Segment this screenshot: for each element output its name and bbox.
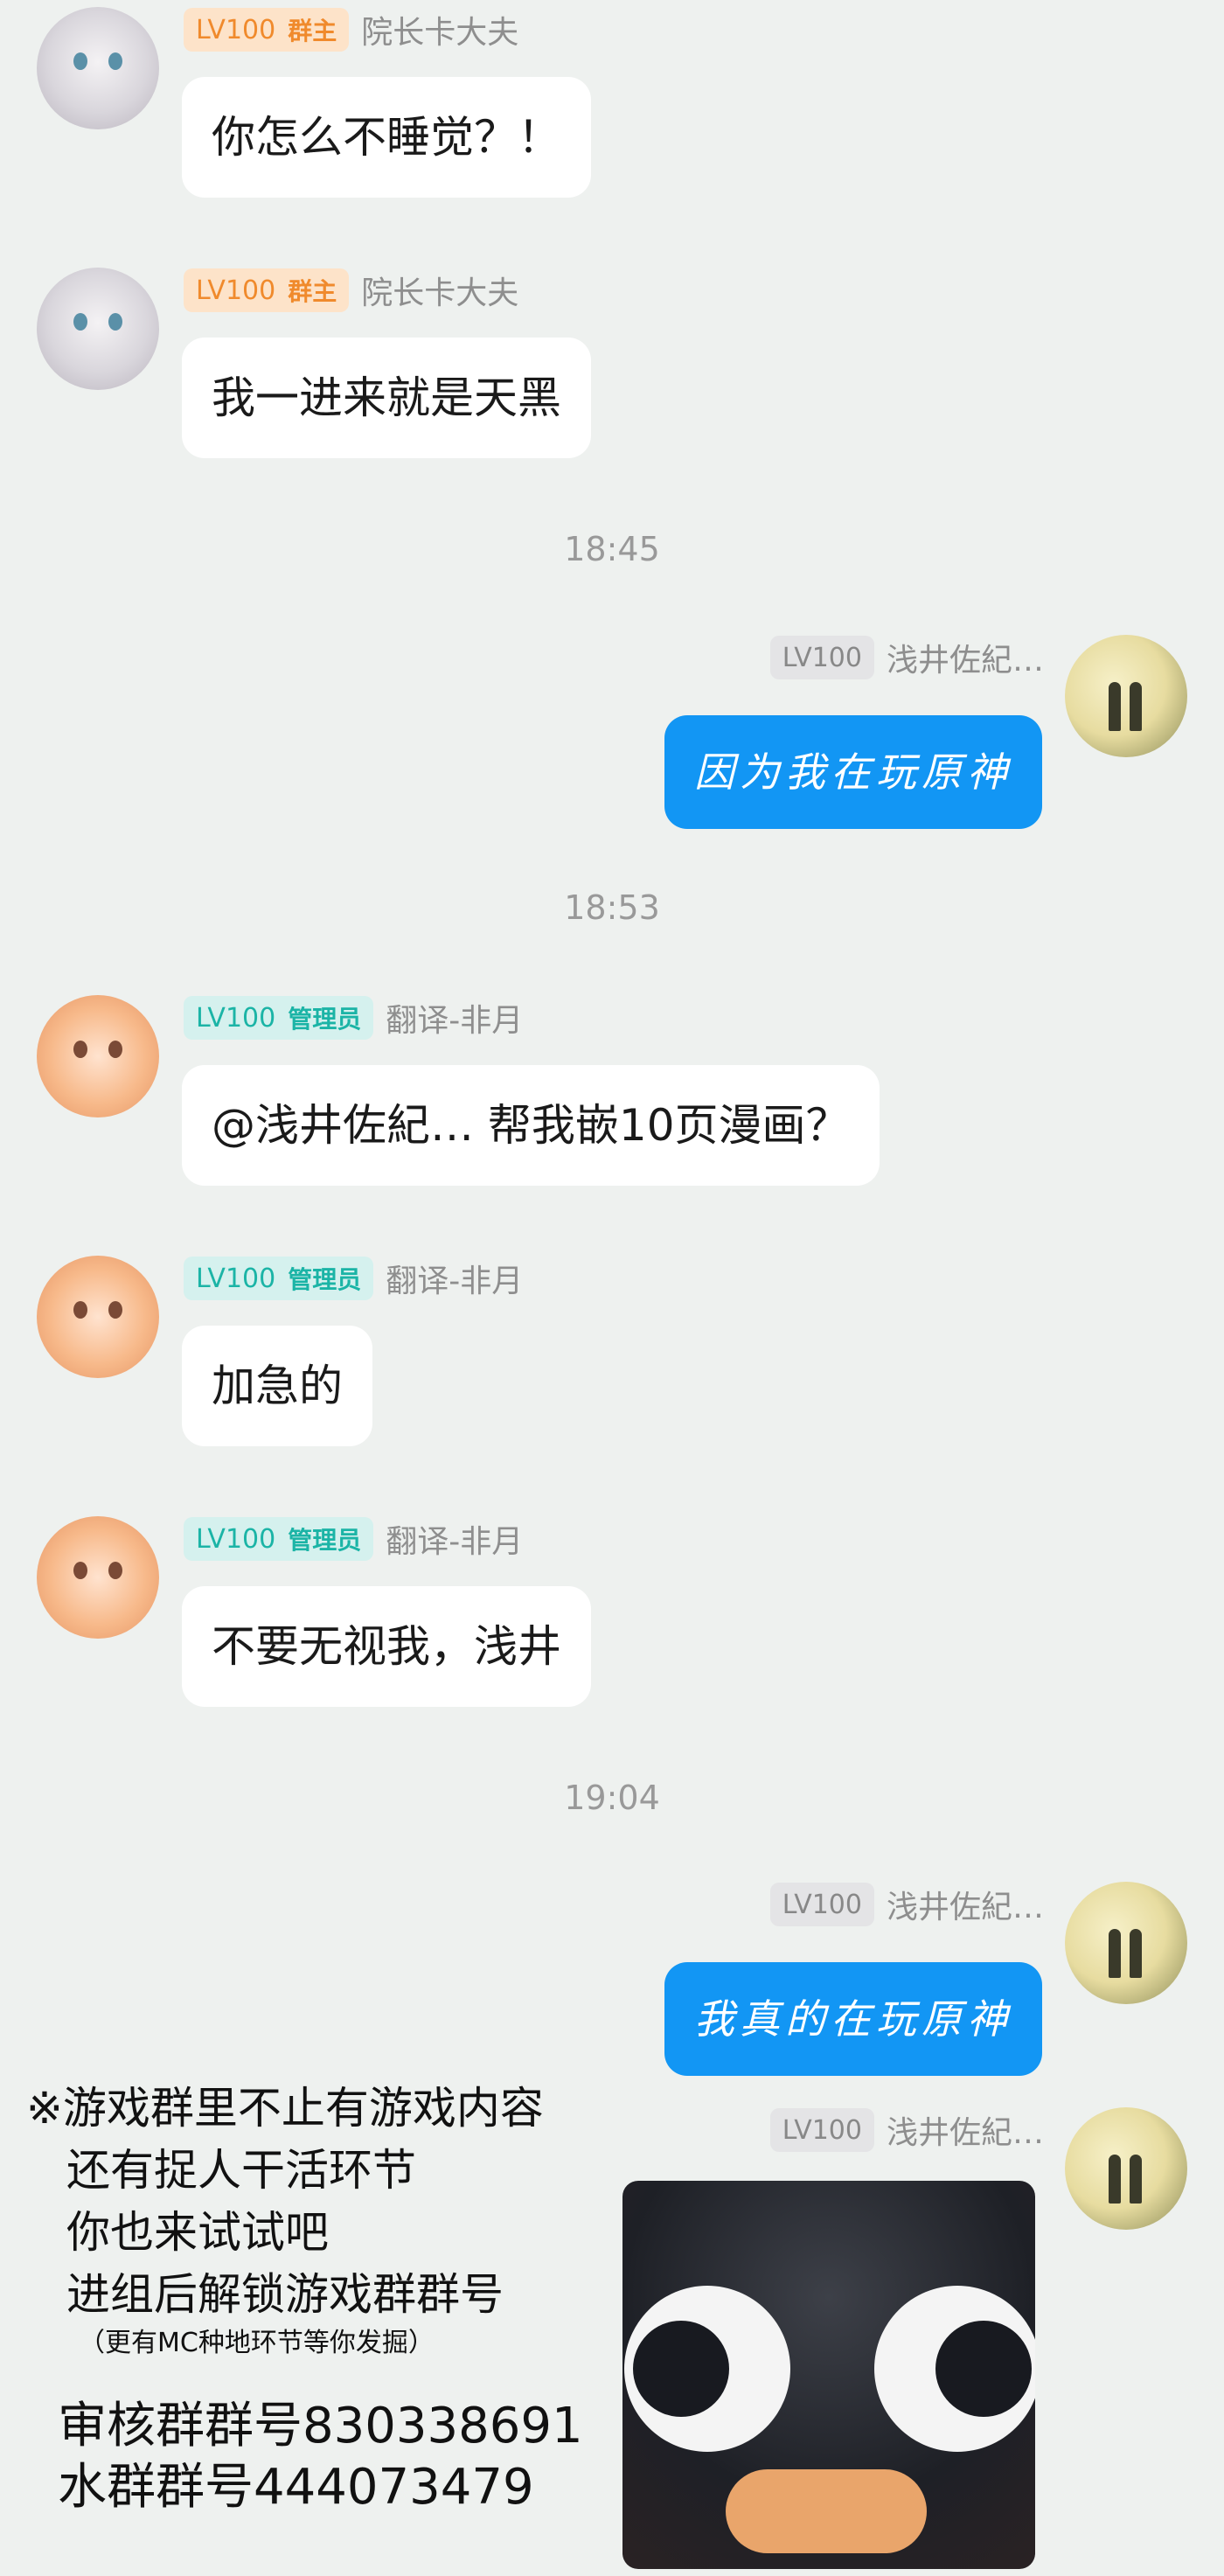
- role-label: 管理员: [288, 1265, 362, 1294]
- level-label: LV100: [196, 14, 276, 45]
- avatar-face-icon: [70, 1562, 126, 1581]
- avatar[interactable]: [37, 7, 159, 129]
- sender-meta: LV100 浅井佐紀…: [769, 635, 1044, 680]
- figure-icon: [1130, 1929, 1142, 1978]
- sender-nickname[interactable]: 翻译-非月: [386, 1256, 523, 1301]
- message-row: LV100 管理员 翻译-非月 @浅井佐紀… 帮我嵌10页漫画？: [0, 988, 1224, 1198]
- figure-icon: [1109, 2155, 1121, 2204]
- role-label: 群主: [288, 17, 337, 45]
- ad-line: 你也来试试吧: [66, 2207, 329, 2258]
- figure-icon: [1109, 682, 1121, 731]
- sender-meta: LV100 管理员 翻译-非月: [184, 1256, 523, 1301]
- level-badge: LV100 群主: [184, 8, 350, 52]
- timestamp: 18:45: [564, 530, 660, 568]
- avatar[interactable]: [37, 268, 159, 390]
- ad-line: 还有捉人干活环节: [66, 2145, 416, 2196]
- sender-nickname[interactable]: 院长卡大夫: [361, 7, 518, 52]
- sender-meta: LV100 管理员 翻译-非月: [184, 995, 523, 1041]
- message-bubble[interactable]: 不要无视我，浅井: [182, 1586, 591, 1707]
- message-row: LV100 浅井佐紀… 因为我在玩原神: [0, 628, 1224, 838]
- level-label: LV100: [196, 1523, 276, 1555]
- level-label: LV100: [782, 1889, 862, 1920]
- message-bubble[interactable]: 我真的在玩原神: [664, 1962, 1042, 2076]
- level-badge: LV100 群主: [184, 268, 350, 312]
- avatar[interactable]: [1065, 2107, 1187, 2230]
- timestamp: 18:53: [564, 888, 660, 927]
- sender-meta: LV100 浅井佐紀…: [769, 2107, 1044, 2153]
- ad-line: ※游戏群里不止有游戏内容: [26, 2083, 544, 2134]
- avatar[interactable]: [37, 995, 159, 1117]
- level-label: LV100: [196, 1263, 276, 1294]
- avatar-face-icon: [70, 1041, 126, 1060]
- role-label: 管理员: [288, 1005, 362, 1034]
- sender-nickname[interactable]: 浅井佐紀…: [887, 1882, 1044, 1927]
- ad-note: （更有MC种地环节等你发掘）: [79, 2328, 435, 2358]
- sender-meta: LV100 群主 院长卡大夫: [184, 7, 518, 52]
- message-row: LV100 群主 院长卡大夫 你怎么不睡觉？！: [0, 0, 1224, 210]
- message-row: LV100 浅井佐紀… 我真的在玩原神: [0, 1875, 1224, 2085]
- message-bubble[interactable]: 因为我在玩原神: [664, 715, 1042, 829]
- ad-line: 进组后解锁游戏群群号: [66, 2269, 504, 2320]
- penguin-eye-icon: [874, 2286, 1035, 2452]
- penguin-sticker-image[interactable]: [622, 2181, 1035, 2569]
- water-group-number: 水群群号444073479: [58, 2459, 534, 2516]
- level-label: LV100: [782, 642, 862, 673]
- timestamp: 19:04: [564, 1779, 660, 1817]
- message-row: LV100 管理员 翻译-非月 加急的: [0, 1249, 1224, 1459]
- avatar[interactable]: [37, 1516, 159, 1639]
- sender-meta: LV100 浅井佐紀…: [769, 1882, 1044, 1927]
- penguin-eye-icon: [624, 2286, 790, 2452]
- group-ad-overlay: ※游戏群里不止有游戏内容 还有捉人干活环节 你也来试试吧 进组后解锁游戏群群号 …: [26, 2078, 629, 2518]
- sender-nickname[interactable]: 翻译-非月: [386, 995, 523, 1041]
- level-label: LV100: [196, 275, 276, 306]
- level-badge: LV100 管理员: [184, 996, 374, 1040]
- avatar-face-icon: [70, 313, 126, 332]
- level-label: LV100: [196, 1002, 276, 1034]
- message-bubble[interactable]: 你怎么不睡觉？！: [182, 77, 591, 198]
- message-row: LV100 管理员 翻译-非月 不要无视我，浅井: [0, 1509, 1224, 1719]
- sender-nickname[interactable]: 翻译-非月: [386, 1516, 523, 1562]
- avatar[interactable]: [1065, 1882, 1187, 2004]
- sender-meta: LV100 管理员 翻译-非月: [184, 1516, 523, 1562]
- sender-nickname[interactable]: 浅井佐紀…: [887, 635, 1044, 680]
- level-badge: LV100: [769, 1883, 874, 1926]
- sender-meta: LV100 群主 院长卡大夫: [184, 268, 518, 313]
- message-bubble[interactable]: 我一进来就是天黑: [182, 338, 591, 458]
- message-bubble[interactable]: 加急的: [182, 1326, 372, 1446]
- level-badge: LV100: [769, 636, 874, 679]
- sender-nickname[interactable]: 院长卡大夫: [361, 268, 518, 313]
- avatar[interactable]: [37, 1256, 159, 1378]
- avatar-face-icon: [70, 52, 126, 72]
- level-badge: LV100 管理员: [184, 1517, 374, 1561]
- figure-icon: [1130, 2155, 1142, 2204]
- level-label: LV100: [782, 2114, 862, 2146]
- message-row: LV100 群主 院长卡大夫 我一进来就是天黑: [0, 261, 1224, 470]
- figure-icon: [1130, 682, 1142, 731]
- penguin-beak-icon: [726, 2469, 927, 2553]
- level-badge: LV100: [769, 2108, 874, 2152]
- level-badge: LV100 管理员: [184, 1257, 374, 1300]
- sender-nickname[interactable]: 浅井佐紀…: [887, 2107, 1044, 2153]
- role-label: 群主: [288, 277, 337, 306]
- avatar[interactable]: [1065, 635, 1187, 757]
- message-bubble[interactable]: @浅井佐紀… 帮我嵌10页漫画？: [182, 1065, 880, 1186]
- avatar-face-icon: [70, 1301, 126, 1320]
- review-group-number: 审核群群号830338691: [58, 2398, 583, 2454]
- role-label: 管理员: [288, 1526, 362, 1555]
- figure-icon: [1109, 1929, 1121, 1978]
